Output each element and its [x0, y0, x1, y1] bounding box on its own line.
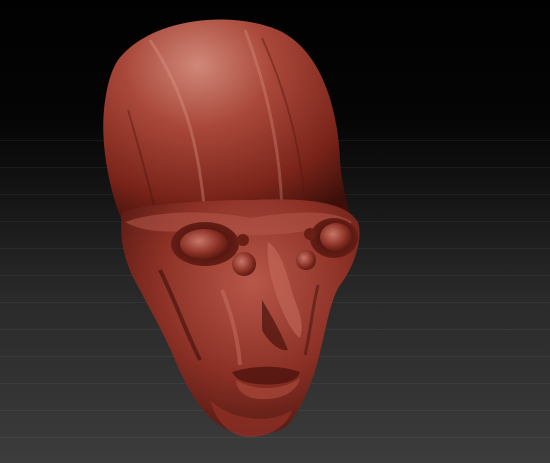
skull-dome	[103, 19, 352, 229]
right-eye	[320, 223, 352, 251]
alien-head-model[interactable]	[0, 0, 550, 463]
left-eye	[180, 229, 228, 259]
sculpt-viewport[interactable]	[0, 0, 550, 463]
